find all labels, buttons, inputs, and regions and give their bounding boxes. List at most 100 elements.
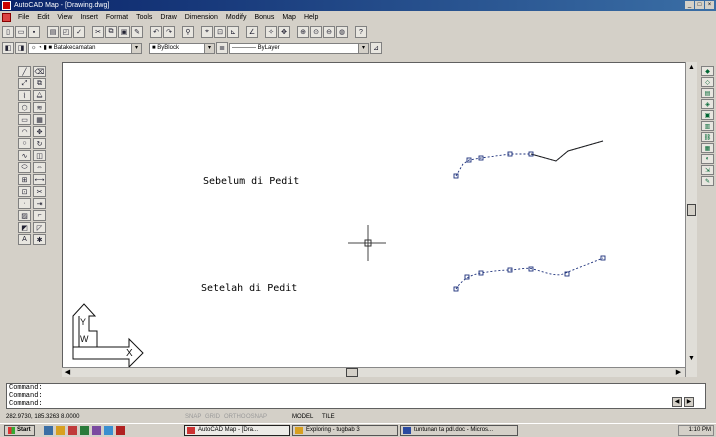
chevron-down-icon[interactable]: ▾ bbox=[358, 43, 368, 53]
chevron-down-icon[interactable]: ▾ bbox=[131, 43, 141, 53]
match-properties-icon[interactable]: ✎ bbox=[131, 26, 143, 38]
paste-icon[interactable]: ▣ bbox=[118, 26, 130, 38]
scroll-left-icon[interactable]: ◀ bbox=[63, 368, 72, 377]
arc-icon[interactable]: ◠ bbox=[18, 126, 31, 137]
menu-dimension[interactable]: Dimension bbox=[181, 14, 222, 21]
menu-modify[interactable]: Modify bbox=[222, 14, 251, 21]
snap-toggle[interactable]: SNAP bbox=[185, 412, 201, 422]
circle-icon[interactable]: ○ bbox=[18, 138, 31, 149]
object-snap-icon[interactable]: ⊡ bbox=[214, 26, 226, 38]
map-theme-icon[interactable]: ◐ bbox=[701, 154, 714, 164]
region-icon[interactable]: ◩ bbox=[18, 222, 31, 233]
new-icon[interactable]: ▯ bbox=[2, 26, 14, 38]
taskbar-item-explorer[interactable]: Exploring - tugbab 3 bbox=[292, 425, 398, 436]
color-control[interactable]: ■ ByBlock ▾ bbox=[149, 42, 215, 54]
undo-icon[interactable]: ↶ bbox=[150, 26, 162, 38]
rectangle-icon[interactable]: ▭ bbox=[18, 114, 31, 125]
lengthen-icon[interactable]: ⟷ bbox=[33, 174, 46, 185]
offset-icon[interactable]: ≋ bbox=[33, 102, 46, 113]
insert-block-icon[interactable]: ⊞ bbox=[18, 174, 31, 185]
menu-draw[interactable]: Draw bbox=[156, 14, 180, 21]
spelling-icon[interactable]: ✓ bbox=[73, 26, 85, 38]
map-link-icon[interactable]: ⛓ bbox=[701, 132, 714, 142]
command-line-window[interactable]: Command: Command: Command: bbox=[6, 383, 706, 409]
spline-icon[interactable]: ∿ bbox=[18, 150, 31, 161]
scroll-left-icon[interactable]: ◀ bbox=[672, 397, 682, 407]
command-prompt[interactable]: Command: bbox=[9, 400, 705, 408]
tile-toggle[interactable]: TILE bbox=[322, 412, 335, 422]
tracking-icon[interactable]: ⌖ bbox=[201, 26, 213, 38]
vertical-scroll-thumb[interactable] bbox=[687, 204, 696, 216]
horizontal-scrollbar[interactable]: ◀ ▶ bbox=[62, 367, 685, 377]
map-topology-icon[interactable]: ◈ bbox=[701, 99, 714, 109]
pan-icon[interactable]: ✥ bbox=[278, 26, 290, 38]
polygon-icon[interactable]: ⬡ bbox=[18, 102, 31, 113]
make-object-layer-current-icon[interactable]: ◧ bbox=[2, 42, 14, 54]
clock[interactable]: 1:10 PM bbox=[689, 427, 711, 433]
menu-edit[interactable]: Edit bbox=[33, 14, 53, 21]
outlook-icon[interactable] bbox=[68, 426, 77, 435]
zoom-previous-icon[interactable]: ⊖ bbox=[323, 26, 335, 38]
zoom-window-icon[interactable]: ⊙ bbox=[310, 26, 322, 38]
menu-view[interactable]: View bbox=[53, 14, 76, 21]
menu-file[interactable]: File bbox=[14, 14, 33, 21]
make-block-icon[interactable]: ⊡ bbox=[18, 186, 31, 197]
menu-help[interactable]: Help bbox=[300, 14, 322, 21]
linetype-manager-icon[interactable]: ≣ bbox=[216, 42, 228, 54]
ortho-toggle[interactable]: ORTHO bbox=[224, 412, 246, 422]
vertical-scrollbar[interactable]: ▲ ▼ bbox=[685, 62, 697, 377]
minimize-button[interactable]: _ bbox=[685, 1, 694, 9]
redo-icon[interactable]: ↷ bbox=[163, 26, 175, 38]
explorer-icon[interactable] bbox=[56, 426, 65, 435]
properties-icon[interactable]: ⊿ bbox=[370, 42, 382, 54]
scroll-down-icon[interactable]: ▼ bbox=[687, 354, 696, 363]
drawing-area[interactable]: Sebelum di Pedit Setelah di Pedit Y W X bbox=[62, 62, 697, 377]
map-query-icon[interactable]: ◆ bbox=[701, 66, 714, 76]
move-icon[interactable]: ✥ bbox=[33, 126, 46, 137]
copy-object-icon[interactable]: ⧉ bbox=[33, 78, 46, 89]
layer-control[interactable]: ☼ ◔ ▮ ■ Batakecamatan ▾ bbox=[28, 42, 142, 54]
map-layer-icon[interactable]: ▤ bbox=[701, 88, 714, 98]
menu-format[interactable]: Format bbox=[102, 14, 132, 21]
autocad-app-icon[interactable] bbox=[2, 1, 11, 10]
line-icon[interactable]: ╱ bbox=[18, 66, 31, 77]
hyperlink-icon[interactable]: ⚲ bbox=[182, 26, 194, 38]
break-icon[interactable]: ⌐ bbox=[33, 210, 46, 221]
extend-icon[interactable]: ⇥ bbox=[33, 198, 46, 209]
model-toggle[interactable]: MODEL bbox=[292, 412, 313, 422]
ucs-icon[interactable]: ⊾ bbox=[227, 26, 239, 38]
trim-icon[interactable]: ✂ bbox=[33, 186, 46, 197]
scroll-up-icon[interactable]: ▲ bbox=[687, 63, 696, 72]
horizontal-scroll-thumb[interactable] bbox=[346, 368, 358, 377]
multiline-text-icon[interactable]: A bbox=[18, 234, 31, 245]
chevron-down-icon[interactable]: ▾ bbox=[204, 43, 214, 53]
linetype-control[interactable]: ———— ByLayer ▾ bbox=[229, 42, 369, 54]
menu-tools[interactable]: Tools bbox=[132, 14, 156, 21]
open-icon[interactable]: ▭ bbox=[15, 26, 27, 38]
scroll-right-icon[interactable]: ▶ bbox=[684, 397, 694, 407]
taskbar-item-autocad[interactable]: AutoCAD Map - [Dra... bbox=[184, 425, 290, 436]
chamfer-icon[interactable]: ◸ bbox=[33, 222, 46, 233]
zoom-realtime-icon[interactable]: ⊕ bbox=[297, 26, 309, 38]
cut-icon[interactable]: ✂ bbox=[92, 26, 104, 38]
layers-icon[interactable]: ◨ bbox=[15, 42, 27, 54]
print-icon[interactable]: ▤ bbox=[47, 26, 59, 38]
map-attach-icon[interactable]: ◇ bbox=[701, 77, 714, 87]
map-data-icon[interactable]: ▥ bbox=[701, 121, 714, 131]
inquiry-icon[interactable]: ∠ bbox=[246, 26, 258, 38]
point-icon[interactable]: · bbox=[18, 198, 31, 209]
app-icon[interactable] bbox=[92, 426, 101, 435]
rotate-icon[interactable]: ↻ bbox=[33, 138, 46, 149]
aerial-view-icon[interactable]: ◍ bbox=[336, 26, 348, 38]
maximize-button[interactable]: □ bbox=[695, 1, 704, 9]
start-button[interactable]: Start bbox=[4, 425, 35, 436]
document-icon[interactable] bbox=[2, 13, 11, 22]
copy-icon[interactable]: ⧉ bbox=[105, 26, 117, 38]
menu-bonus[interactable]: Bonus bbox=[250, 14, 278, 21]
print-preview-icon[interactable]: ◰ bbox=[60, 26, 72, 38]
erase-icon[interactable]: ⌫ bbox=[33, 66, 46, 77]
help-icon[interactable]: ? bbox=[355, 26, 367, 38]
hatch-icon[interactable]: ▨ bbox=[18, 210, 31, 221]
construction-line-icon[interactable]: ⤢ bbox=[18, 78, 31, 89]
taskbar-item-word[interactable]: tuntunan ta pdl.doc - Micros... bbox=[400, 425, 518, 436]
